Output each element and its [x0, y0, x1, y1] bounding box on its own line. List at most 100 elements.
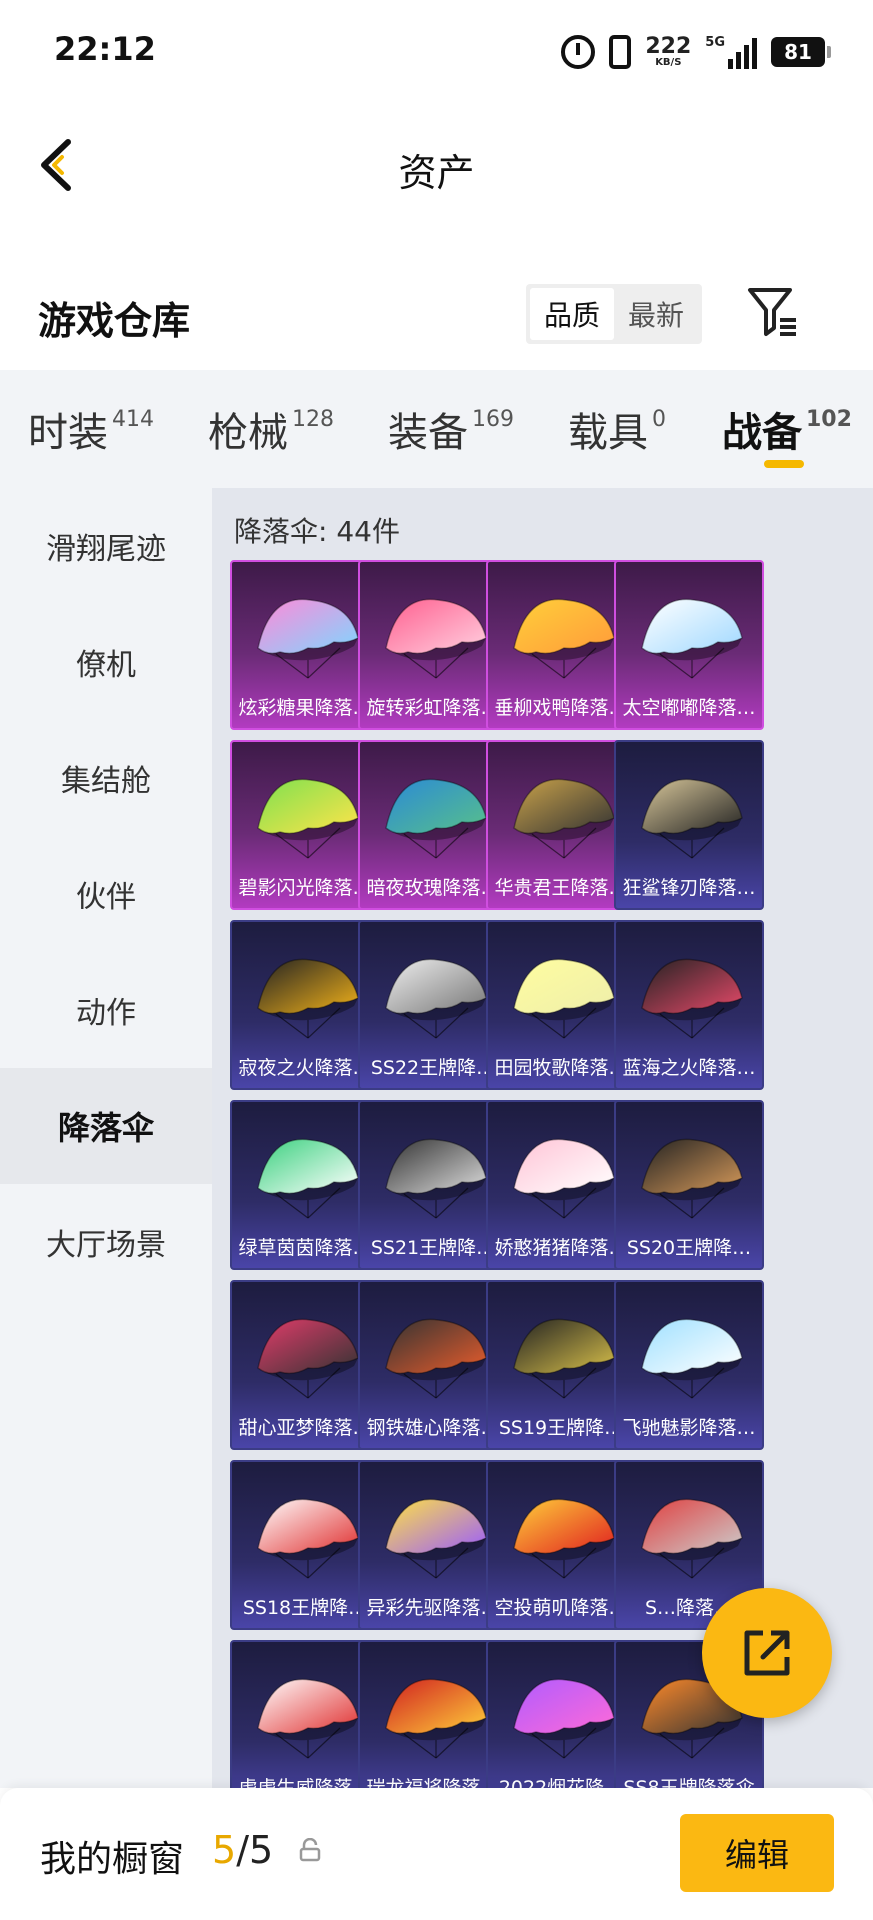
vibrate-icon [609, 35, 632, 69]
parachute-name: 娇憨猪猪降落… [494, 1237, 628, 1259]
sidebar-item-parachute[interactable]: 降落伞 [0, 1068, 212, 1184]
parachute-image [385, 1138, 487, 1219]
parachute-image [385, 1678, 487, 1759]
parachute-name: 钢铁雄心降落… [366, 1417, 500, 1439]
parachute-image [385, 958, 487, 1039]
parachute-card[interactable]: 太空嘟嘟降落… [614, 560, 764, 730]
parachute-name: SS22王牌降… [370, 1057, 496, 1079]
parachute-card[interactable]: 狂鲨锋刃降落… [614, 740, 764, 910]
parachute-name: 甜心亚梦降落… [238, 1417, 372, 1439]
network-speed: 222 KB/S [645, 36, 691, 68]
parachute-image [513, 1678, 615, 1759]
section-title: 游戏仓库 [38, 299, 191, 343]
parachute-image [641, 1498, 743, 1579]
page-title: 资产 [398, 151, 475, 195]
sidebar-item-companion[interactable]: 伙伴 [0, 836, 212, 952]
signal-bar [736, 52, 741, 69]
parachute-name: 2022烟花降… [498, 1777, 624, 1788]
parachute-card[interactable]: 飞驰魅影降落… [614, 1280, 764, 1450]
header: 资产 [0, 104, 873, 224]
tab-fashion[interactable]: 时装 414 [28, 400, 154, 458]
tab-count: 102 [806, 406, 852, 432]
parachute-image [385, 1498, 487, 1579]
showcase-separator: / [236, 1828, 249, 1872]
parachute-name: 华贵君王降落… [494, 877, 628, 899]
status-time: 22:12 [54, 30, 156, 68]
parachute-image [385, 598, 487, 679]
parachute-card[interactable]: 蓝海之火降落… [614, 920, 764, 1090]
active-tab-indicator [764, 460, 804, 468]
tab-count: 414 [112, 406, 154, 432]
tab-count: 0 [652, 406, 666, 432]
battery-icon: 81 [771, 37, 831, 67]
parachute-image [257, 1678, 359, 1759]
parachute-image [257, 1138, 359, 1219]
edit-button[interactable]: 编辑 [680, 1814, 834, 1892]
parachute-name: 暗夜玫瑰降落… [366, 877, 500, 899]
parachute-name: 虎虎生威降落… [238, 1777, 372, 1788]
sidebar-item-wingman[interactable]: 僚机 [0, 604, 212, 720]
tab-label: 装备 [388, 410, 468, 456]
tab-label: 载具 [568, 410, 648, 456]
parachute-image [513, 598, 615, 679]
bottom-bar: 我的橱窗 5/5 编辑 [0, 1788, 873, 1920]
parachute-image [257, 1498, 359, 1579]
parachute-image [641, 598, 743, 679]
network-type: 5G [705, 35, 725, 50]
showcase-current: 5 [212, 1828, 237, 1872]
parachute-name: 飞驰魅影降落… [622, 1417, 756, 1439]
tab-equipment[interactable]: 装备 169 [388, 400, 514, 458]
signal-bar [744, 45, 749, 69]
showcase-count: 5/5 [212, 1828, 273, 1872]
parachute-name: 异彩先驱降落… [366, 1597, 500, 1619]
parachute-image [641, 1318, 743, 1399]
signal-bar [752, 38, 757, 69]
network-speed-value: 222 [645, 34, 692, 59]
section-header: 游戏仓库 品质 最新 [0, 270, 873, 360]
parachute-card[interactable]: SS20王牌降… [614, 1100, 764, 1270]
parachute-image [641, 958, 743, 1039]
parachute-name: 旋转彩虹降落… [366, 697, 500, 719]
parachute-image [257, 958, 359, 1039]
sidebar: 滑翔尾迹 僚机 集结舱 伙伴 动作 降落伞 大厅场景 [0, 488, 212, 1788]
parachute-image [385, 1318, 487, 1399]
tab-label: 时装 [28, 410, 108, 456]
parachute-name: 寂夜之火降落… [238, 1057, 372, 1079]
sidebar-item-emote[interactable]: 动作 [0, 952, 212, 1068]
share-button[interactable] [702, 1588, 832, 1718]
filter-icon[interactable] [746, 284, 798, 340]
sort-toggle: 品质 最新 [526, 284, 702, 344]
parachute-name: 炫彩糖果降落… [238, 697, 372, 719]
showcase-label: 我的橱窗 [40, 1839, 185, 1880]
tab-battle-gear[interactable]: 战备 102 [722, 400, 852, 458]
sidebar-item-glide-trail[interactable]: 滑翔尾迹 [0, 488, 212, 604]
tab-count: 169 [472, 406, 514, 432]
sort-option-quality[interactable]: 品质 [530, 288, 614, 340]
tab-label: 战备 [722, 410, 802, 456]
parachute-image [257, 598, 359, 679]
parachute-image [513, 778, 615, 859]
sort-option-newest[interactable]: 最新 [614, 288, 698, 340]
signal-icon: 5G [705, 35, 757, 69]
parachute-name: 田园牧歌降落… [494, 1057, 628, 1079]
parachute-name: 蓝海之火降落… [622, 1057, 756, 1079]
parachute-image [513, 1498, 615, 1579]
network-speed-unit: KB/S [655, 57, 682, 68]
tab-count: 128 [292, 406, 334, 432]
lock-icon[interactable] [298, 1837, 322, 1862]
sidebar-item-pod[interactable]: 集结舱 [0, 720, 212, 836]
parachute-name: 垂柳戏鸭降落… [494, 697, 628, 719]
tab-weapons[interactable]: 枪械 128 [208, 400, 334, 458]
signal-bar [728, 59, 733, 69]
parachute-image [513, 1318, 615, 1399]
tab-label: 枪械 [208, 410, 288, 456]
parachute-name: SS19王牌降… [498, 1417, 624, 1439]
status-icons: 222 KB/S 5G 81 [561, 30, 831, 74]
sidebar-item-lobby-scene[interactable]: 大厅场景 [0, 1184, 212, 1300]
parachute-name: 瑞龙福将降落… [366, 1777, 500, 1788]
category-tabs: 时装 414 枪械 128 装备 169 载具 0 战备 102 [0, 370, 873, 488]
parachute-image [257, 778, 359, 859]
tab-vehicles[interactable]: 载具 0 [568, 400, 666, 458]
showcase-max: 5 [249, 1828, 274, 1872]
alarm-icon [561, 35, 596, 69]
